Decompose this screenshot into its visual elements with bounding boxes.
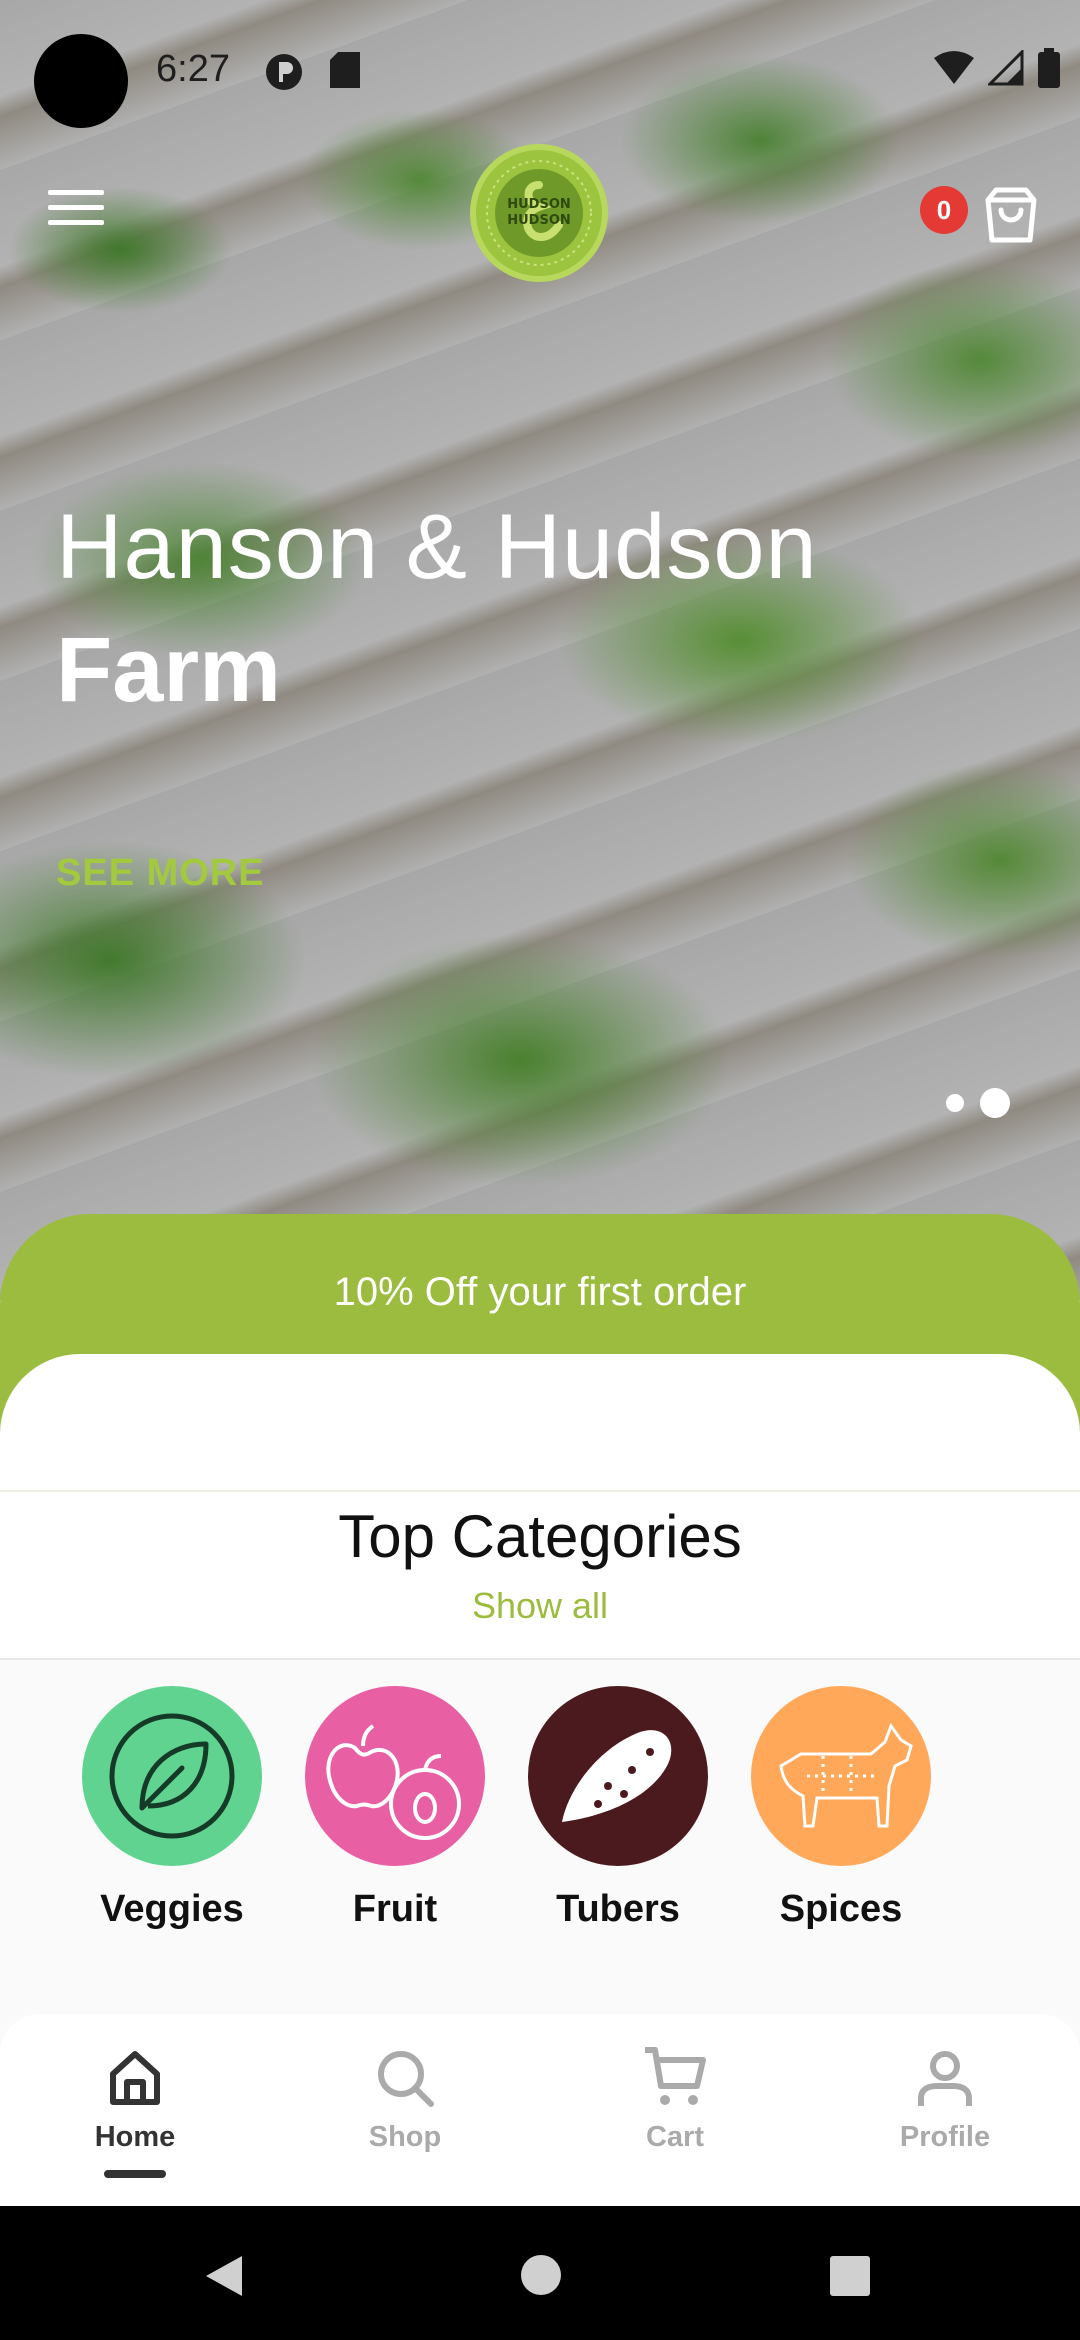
menu-line [48, 220, 104, 225]
category-circle [305, 1686, 485, 1866]
category-label: Tubers [556, 1888, 680, 1930]
nav-label: Cart [645, 2121, 704, 2153]
show-all-link[interactable]: Show all [0, 1585, 1080, 1627]
header-cart-button[interactable]: 0 [920, 186, 1040, 246]
home-button-icon[interactable] [520, 2254, 562, 2296]
notification-icon [266, 54, 302, 90]
home-icon [110, 2051, 160, 2105]
nav-label: Home [94, 2121, 176, 2153]
farm-logo[interactable]: HUDSON HUDSON [470, 144, 608, 282]
category-circle [528, 1686, 708, 1866]
active-tab-indicator [104, 2170, 166, 2178]
nav-profile[interactable]: Profile [845, 2046, 1045, 2154]
category-label: Veggies [100, 1888, 244, 1930]
system-navigation-bar [0, 2206, 1080, 2340]
carousel-pagination [946, 1088, 1010, 1118]
menu-line [48, 190, 104, 195]
leaf-icon [109, 1713, 235, 1839]
wifi-icon [934, 51, 974, 84]
search-icon [378, 2051, 434, 2107]
camera-cutout [34, 34, 128, 128]
content-card [0, 1354, 1080, 1494]
nav-home[interactable]: Home [35, 2046, 235, 2154]
promo-text: 10% Off your first order [333, 1270, 747, 1314]
shopping-bag-icon [985, 187, 1037, 243]
svg-text:HUDSON: HUDSON [507, 197, 571, 212]
category-label: Fruit [352, 1888, 438, 1930]
nav-shop[interactable]: Shop [305, 2046, 505, 2154]
category-fruit[interactable]: Fruit [305, 1686, 485, 1931]
menu-line [48, 205, 104, 210]
see-more-link[interactable]: SEE MORE [56, 852, 265, 895]
category-circle [751, 1686, 931, 1866]
logo-emblem-icon: HUDSON HUDSON [486, 160, 592, 266]
category-spices[interactable]: Spices [751, 1686, 931, 1931]
nav-cart[interactable]: Cart [575, 2046, 775, 2154]
status-time: 6:27 [156, 48, 230, 90]
nav-label: Shop [368, 2121, 442, 2153]
cart-count-badge: 0 [920, 186, 968, 234]
hero-title-line1: Hanson & Hudson [56, 496, 818, 598]
signal-icon [988, 50, 1024, 86]
nav-label: Profile [899, 2121, 991, 2153]
svg-text:HUDSON: HUDSON [507, 213, 571, 228]
battery-icon [1038, 48, 1060, 88]
cow-icon [779, 1722, 913, 1828]
status-bar: 6:27 [0, 0, 1080, 140]
sim-card-icon [330, 52, 360, 88]
carousel-dot[interactable] [946, 1094, 964, 1112]
recents-icon[interactable] [830, 2256, 870, 2296]
category-circle [82, 1686, 262, 1866]
carousel-dot-active[interactable] [980, 1088, 1010, 1118]
category-veggies[interactable]: Veggies [82, 1686, 262, 1931]
sweet-potato-icon [562, 1730, 672, 1822]
category-label: Spices [779, 1888, 903, 1930]
hamburger-menu-button[interactable] [48, 190, 104, 230]
hero-title-line2: Farm [56, 619, 281, 721]
back-icon[interactable] [204, 2254, 244, 2298]
apple-icon [326, 1724, 461, 1840]
profile-icon [918, 2051, 972, 2106]
cart-icon [645, 2047, 706, 2105]
category-tubers[interactable]: Tubers [528, 1686, 708, 1931]
section-title: Top Categories [338, 1503, 742, 1570]
